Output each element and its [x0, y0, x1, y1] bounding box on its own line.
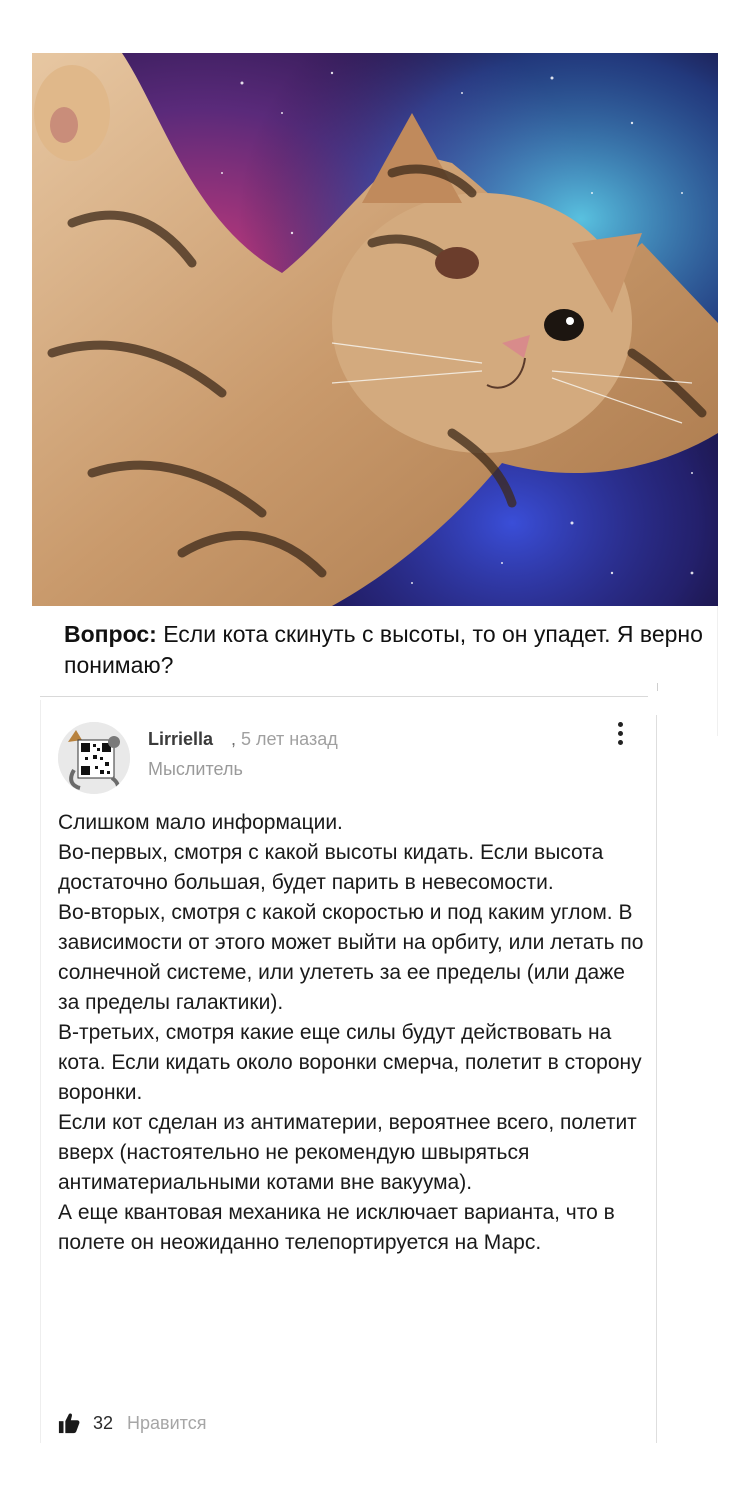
comment-paragraph: Если кот сделан из антиматерии, вероятне…: [58, 1111, 637, 1194]
divider: [40, 696, 648, 697]
comment-author[interactable]: Lirriella: [148, 729, 213, 750]
question-text: Если кота скинуть с высоты, то он упадет…: [64, 621, 703, 678]
like-button[interactable]: Нравится: [127, 1413, 206, 1434]
avatar[interactable]: [58, 722, 130, 794]
comment-paragraph: Слишком мало информации.: [58, 811, 343, 834]
question-label: Вопрос:: [64, 621, 157, 647]
comment-body: Слишком мало информации. Во-первых, смот…: [58, 808, 648, 1258]
comment-paragraph: Во-вторых, смотря с какой скоростью и по…: [58, 901, 644, 1014]
question: Вопрос: Если кота скинуть с высоты, то о…: [64, 619, 714, 681]
thumbs-up-icon[interactable]: [58, 1412, 80, 1434]
comment-paragraph: В-третьих, смотря какие еще силы будут д…: [58, 1021, 642, 1104]
border-line: [717, 606, 718, 736]
author-rank: Мыслитель: [148, 759, 243, 779]
comment-card-border: [656, 715, 657, 1443]
comment-time: 5 лет назад: [241, 729, 338, 749]
like-row: 32 Нравится: [58, 1410, 206, 1436]
kebab-menu-icon[interactable]: [612, 722, 628, 750]
divider-tick: [657, 683, 658, 691]
comment-meta: , 5 лет назад: [231, 729, 338, 750]
meta-separator: ,: [231, 729, 237, 749]
comment-card-left-border: [40, 700, 41, 1443]
like-count: 32: [93, 1412, 114, 1433]
cat-in-space-image: [32, 53, 718, 606]
comment-paragraph: А еще квантовая механика не исключает ва…: [58, 1201, 615, 1254]
comment-paragraph: Во-первых, смотря с какой высоты кидать.…: [58, 841, 604, 894]
